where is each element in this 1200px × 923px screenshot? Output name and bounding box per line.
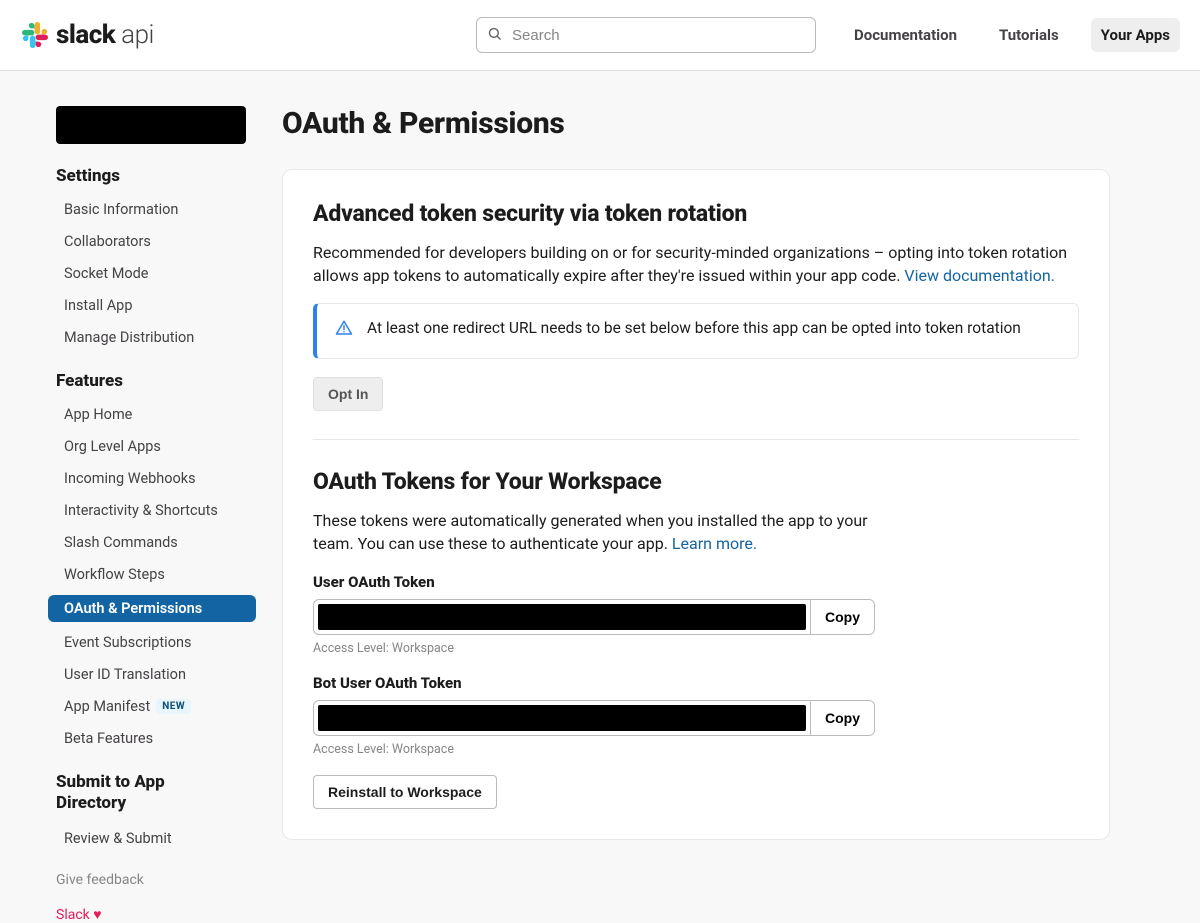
sidebar-item-app-manifest[interactable]: App Manifest NEW [56,695,246,718]
notice-text: At least one redirect URL needs to be se… [367,318,1021,340]
sidebar-item-review-submit[interactable]: Review & Submit [56,827,246,850]
sidebar-item-label: Workflow Steps [64,566,165,583]
header-nav: Documentation Tutorials Your Apps [844,18,1180,52]
sidebar-item-label: Manage Distribution [64,329,194,346]
bot-oauth-token-value[interactable] [318,705,806,731]
redirect-url-notice: At least one redirect URL needs to be se… [313,303,1079,359]
warning-icon [335,319,353,344]
sidebar-item-collaborators[interactable]: Collaborators [56,230,246,253]
app-selector[interactable] [56,106,246,144]
sidebar-item-label: Slash Commands [64,534,178,551]
section-title-token-rotation: Advanced token security via token rotati… [313,200,1079,227]
brand-text-bold: slack [56,20,115,50]
sidebar-item-label: OAuth & Permissions [64,600,202,617]
oauth-tokens-body-text: These tokens were automatically generate… [313,511,868,553]
sidebar-item-label: Incoming Webhooks [64,470,196,487]
user-oauth-token-field: Copy [313,599,875,635]
sidebar-item-label: Basic Information [64,201,178,218]
sidebar-item-incoming-webhooks[interactable]: Incoming Webhooks [56,467,246,490]
nav-your-apps[interactable]: Your Apps [1091,18,1180,52]
token-rotation-description: Recommended for developers building on o… [313,241,1079,287]
learn-more-link[interactable]: Learn more. [672,534,757,553]
search-box[interactable] [476,17,816,53]
sidebar-item-label: App Home [64,406,132,423]
sidebar-features-list: App Home Org Level Apps Incoming Webhook… [56,403,246,750]
bot-oauth-token-label: Bot User OAuth Token [313,674,1079,692]
sidebar-item-app-home[interactable]: App Home [56,403,246,426]
reinstall-to-workspace-button[interactable]: Reinstall to Workspace [313,775,497,809]
copy-user-token-button[interactable]: Copy [810,600,874,634]
user-oauth-token-label: User OAuth Token [313,573,1079,591]
sidebar-give-feedback[interactable]: Give feedback [56,872,246,888]
sidebar-item-slash-commands[interactable]: Slash Commands [56,531,246,554]
brand-text: slack api [56,20,154,50]
top-bar: slack api Documentation Tutorials Your A… [0,0,1200,71]
sidebar-item-label: Interactivity & Shortcuts [64,502,218,519]
bot-token-access-level: Access Level: Workspace [313,742,1079,757]
sidebar-item-label: Collaborators [64,233,151,250]
section-divider [313,439,1079,440]
sidebar-slack-love[interactable]: Slack ♥ [56,906,246,923]
search-icon [487,26,502,45]
copy-bot-token-button[interactable]: Copy [810,701,874,735]
main-content: OAuth & Permissions Advanced token secur… [246,106,1146,880]
sidebar-item-org-level-apps[interactable]: Org Level Apps [56,435,246,458]
nav-tutorials[interactable]: Tutorials [989,18,1069,52]
sidebar-item-event-subscriptions[interactable]: Event Subscriptions [56,631,246,654]
brand-text-thin: api [115,20,154,50]
bot-oauth-token-field: Copy [313,700,875,736]
sidebar-item-label: Org Level Apps [64,438,161,455]
sidebar-item-oauth-permissions[interactable]: OAuth & Permissions [48,595,256,622]
sidebar-heading-features: Features [56,371,246,391]
sidebar-item-workflow-steps[interactable]: Workflow Steps [56,563,246,586]
slack-logo-icon [22,22,48,48]
sidebar-item-basic-information[interactable]: Basic Information [56,198,246,221]
sidebar-item-install-app[interactable]: Install App [56,294,246,317]
user-token-access-level: Access Level: Workspace [313,641,1079,656]
sidebar-item-label: User ID Translation [64,666,186,683]
sidebar-item-label: Socket Mode [64,265,149,282]
section-title-oauth-tokens: OAuth Tokens for Your Workspace [313,468,1079,495]
content-card: Advanced token security via token rotati… [282,169,1110,840]
sidebar-settings-list: Basic Information Collaborators Socket M… [56,198,246,349]
sidebar: Settings Basic Information Collaborators… [0,106,246,923]
sidebar-submit-list: Review & Submit [56,827,246,850]
brand-logo[interactable]: slack api [22,20,154,50]
sidebar-item-label: Beta Features [64,730,153,747]
user-oauth-token-value[interactable] [318,604,806,630]
oauth-tokens-description: These tokens were automatically generate… [313,509,873,555]
new-badge: NEW [156,699,191,714]
sidebar-item-manage-distribution[interactable]: Manage Distribution [56,326,246,349]
sidebar-item-beta-features[interactable]: Beta Features [56,727,246,750]
sidebar-item-user-id-translation[interactable]: User ID Translation [56,663,246,686]
opt-in-button[interactable]: Opt In [313,377,383,411]
sidebar-heading-settings: Settings [56,166,246,186]
sidebar-heading-submit: Submit to App Directory [56,772,206,815]
view-documentation-link[interactable]: View documentation. [904,266,1055,285]
sidebar-item-interactivity-shortcuts[interactable]: Interactivity & Shortcuts [56,499,246,522]
sidebar-item-socket-mode[interactable]: Socket Mode [56,262,246,285]
sidebar-item-label: Review & Submit [64,830,172,847]
search-input[interactable] [510,26,805,45]
sidebar-item-label: Event Subscriptions [64,634,191,651]
sidebar-item-label: Install App [64,297,132,314]
nav-documentation[interactable]: Documentation [844,18,967,52]
sidebar-item-label: App Manifest [64,698,150,715]
page-title: OAuth & Permissions [282,106,1110,141]
